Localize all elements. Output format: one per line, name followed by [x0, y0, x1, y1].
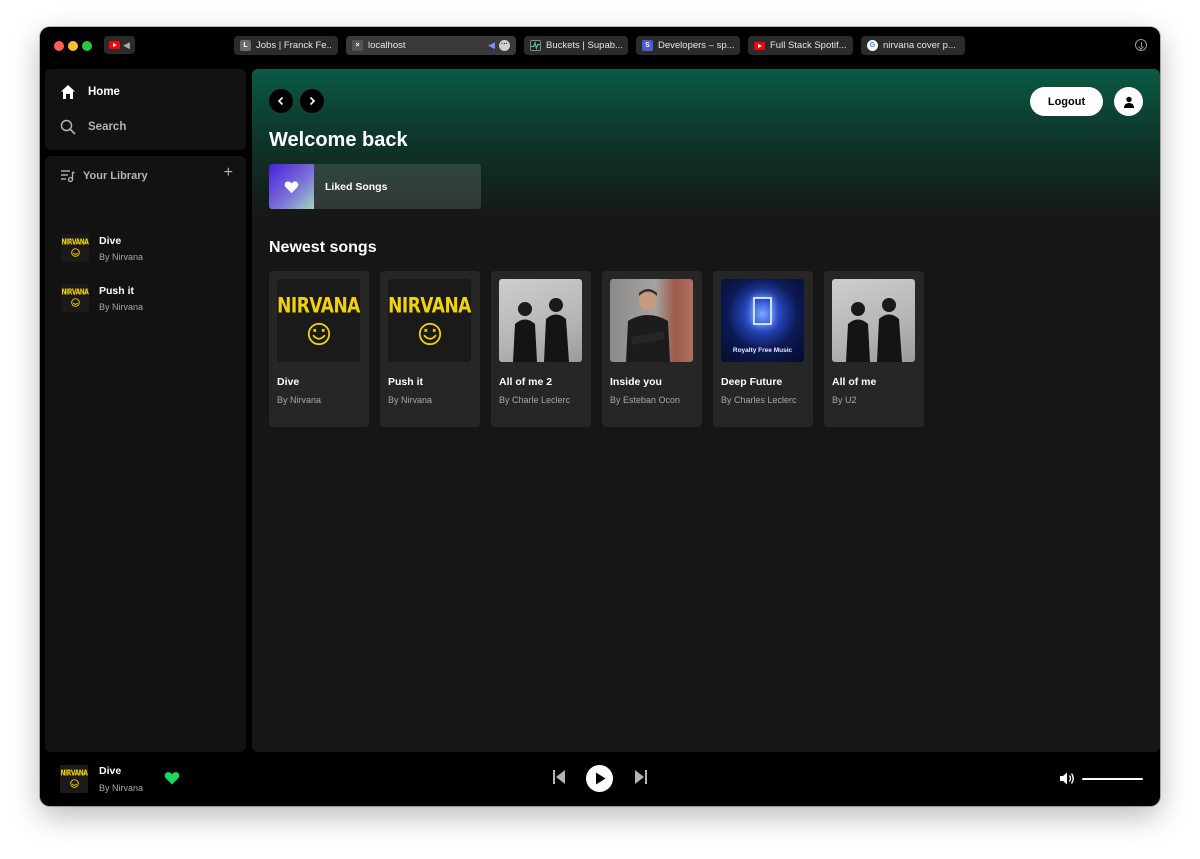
home-icon [61, 85, 75, 99]
song-card[interactable]: All of me By U2 [824, 271, 924, 427]
youtube-icon [109, 41, 121, 49]
song-card[interactable]: All of me 2 By Charle Leclerc [491, 271, 591, 427]
song-card[interactable]: NIRVANA Dive By Nirvana [269, 271, 369, 427]
now-playing-title[interactable]: Dive [99, 765, 121, 777]
minimize-window-button[interactable] [68, 41, 78, 51]
player-bar: NIRVANA Dive By Nirvana [40, 752, 1160, 806]
heart-icon [284, 180, 299, 193]
smiley-icon [307, 322, 330, 345]
man-photo [626, 289, 670, 362]
album-art [832, 279, 915, 362]
smiley-icon [70, 248, 80, 257]
previous-track-icon[interactable] [552, 768, 566, 786]
tab-favicon-icon: L [240, 40, 251, 51]
now-playing-art[interactable]: NIRVANA [60, 765, 88, 793]
tab-youtube[interactable]: Full Stack Spotif... [748, 36, 853, 55]
tab-favicon-icon: S [642, 40, 653, 51]
back-button[interactable] [269, 89, 293, 113]
forward-button[interactable] [300, 89, 324, 113]
section-title: Newest songs [269, 239, 377, 256]
album-art [610, 279, 693, 362]
library-item[interactable]: NIRVANA Dive By Nirvana [61, 231, 241, 265]
album-art: NIRVANA [61, 234, 89, 262]
smiley-icon [69, 779, 79, 788]
sidebar-item-home[interactable]: Home [60, 84, 120, 100]
youtube-icon [754, 40, 765, 51]
tab-localhost[interactable]: × localhost ◀ ··· [346, 36, 516, 55]
album-art: NIRVANA [277, 279, 360, 362]
speaker-icon: ◀ [123, 39, 130, 50]
two-people-photo [513, 298, 569, 362]
add-icon[interactable]: + [224, 165, 233, 181]
tab-supabase[interactable]: Buckets | Supab... [524, 36, 628, 55]
volume-icon[interactable] [1059, 771, 1076, 786]
user-icon [1123, 96, 1134, 108]
volume-slider[interactable] [1082, 778, 1143, 780]
two-people-photo [846, 298, 902, 362]
sidebar-item-label: Home [88, 86, 120, 98]
now-playing-artist: By Nirvana [99, 783, 144, 793]
liked-songs-card[interactable]: Liked Songs [269, 164, 481, 209]
more-icon[interactable]: ··· [499, 40, 510, 51]
liked-songs-art [269, 164, 314, 209]
song-grid: NIRVANA Dive By Nirvana NIRVANA Push it … [269, 271, 924, 427]
google-icon: G [867, 40, 878, 51]
library-panel: Your Library + NIRVANA Dive By Nirvana N… [45, 156, 246, 752]
zoom-window-button[interactable] [82, 41, 92, 51]
smiley-icon [70, 298, 80, 307]
download-icon[interactable] [1135, 39, 1147, 51]
heart-icon[interactable] [164, 771, 180, 785]
song-card[interactable]: NIRVANA Push it By Nirvana [380, 271, 480, 427]
album-art [499, 279, 582, 362]
sidebar-item-label: Search [88, 121, 127, 133]
user-profile-button[interactable] [1114, 87, 1143, 116]
audio-playing-icon[interactable]: ◀ [488, 40, 495, 51]
album-art: NIRVANA [388, 279, 471, 362]
album-art: Royalty Free Music [721, 279, 804, 362]
play-button[interactable] [586, 765, 613, 792]
logout-button[interactable]: Logout [1030, 87, 1103, 116]
library-icon [61, 170, 75, 183]
search-icon [60, 119, 76, 135]
media-playing-indicator[interactable]: ◀ [104, 36, 135, 54]
album-art: NIRVANA [61, 284, 89, 312]
next-track-icon[interactable] [634, 768, 648, 786]
tab-developers[interactable]: S Developers – sp... [636, 36, 740, 55]
supabase-icon [530, 40, 541, 51]
play-icon [595, 772, 605, 785]
chevron-right-icon [309, 96, 316, 106]
sidebar-nav: Home Search [45, 69, 246, 150]
page-title: Welcome back [269, 129, 408, 151]
browser-window: ◀ L Jobs | Franck Fe... × localhost ◀ ··… [40, 27, 1160, 806]
library-header[interactable]: Your Library [60, 168, 148, 183]
browser-tab-bar: ◀ L Jobs | Franck Fe... × localhost ◀ ··… [40, 27, 1160, 65]
chevron-left-icon [277, 96, 284, 106]
library-item[interactable]: NIRVANA Push it By Nirvana [61, 281, 241, 315]
library-title: Your Library [83, 169, 148, 182]
tab-jobs[interactable]: L Jobs | Franck Fe... [234, 36, 338, 55]
tab-favicon-icon: × [352, 40, 363, 51]
tab-google[interactable]: G nirvana cover p... [861, 36, 965, 55]
song-card[interactable]: Inside you By Esteban Ocon [602, 271, 702, 427]
song-card[interactable]: Royalty Free Music Deep Future By Charle… [713, 271, 813, 427]
main-content: Logout Welcome back Liked Songs Newest s… [252, 69, 1160, 752]
smiley-icon [418, 322, 441, 345]
light-frame [753, 297, 772, 325]
close-window-button[interactable] [54, 41, 64, 51]
sidebar-item-search[interactable]: Search [60, 119, 126, 135]
